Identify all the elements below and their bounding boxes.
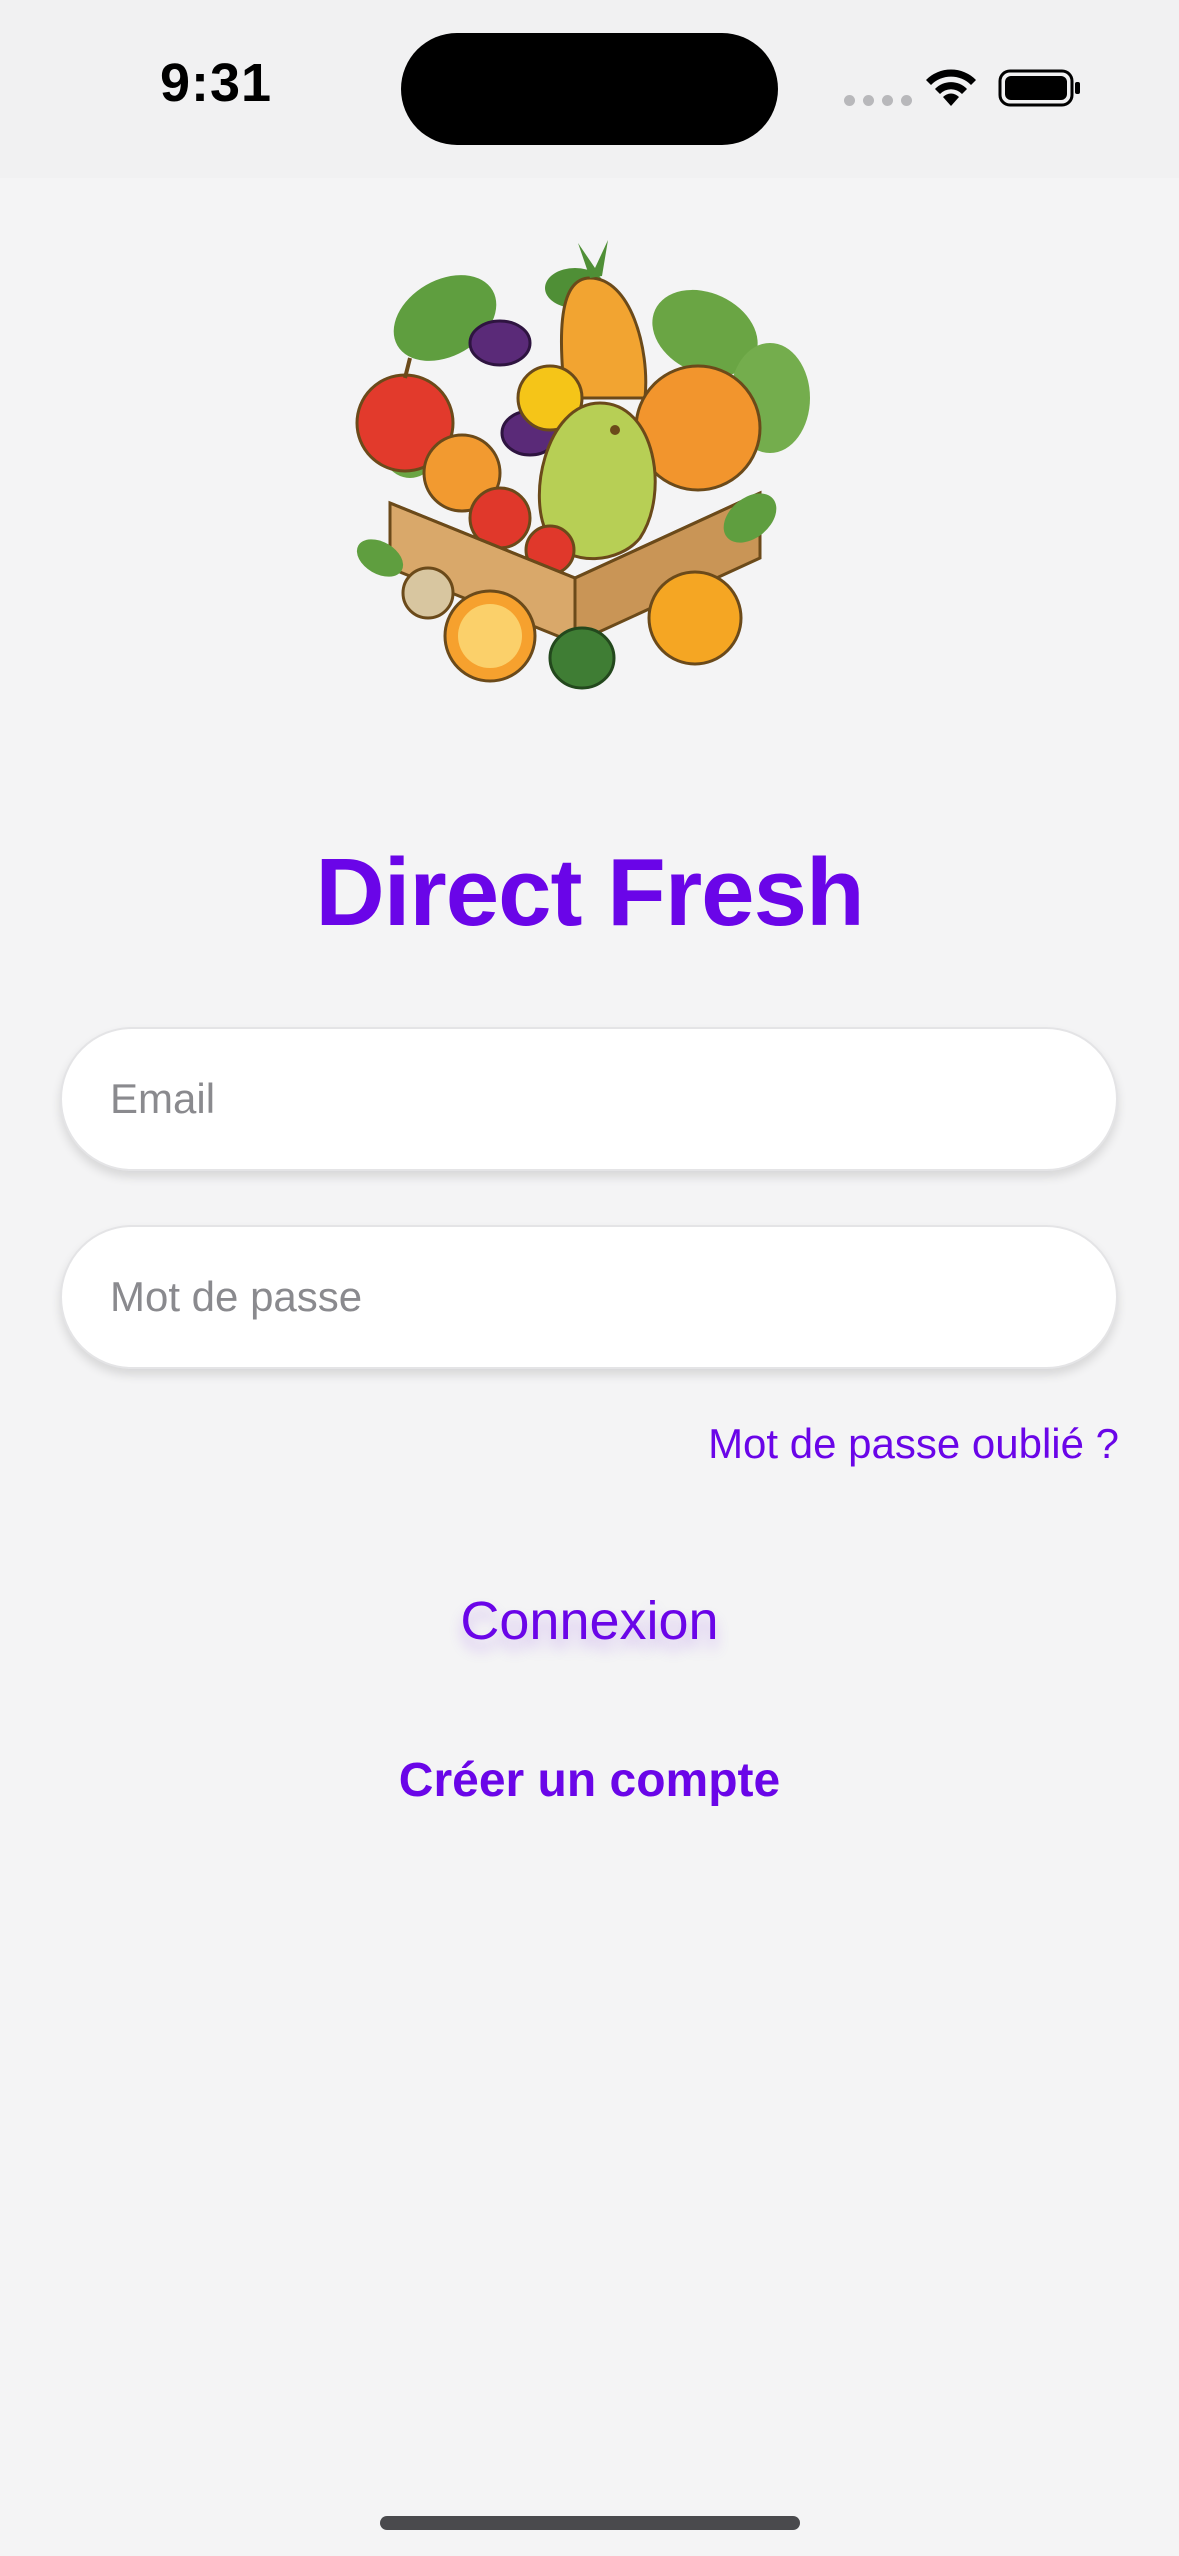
email-input[interactable] [62, 1029, 1116, 1169]
battery-icon [998, 69, 1080, 107]
fruit-crate-logo-icon [355, 240, 810, 690]
status-time: 9:31 [160, 53, 273, 113]
forgot-password-link[interactable]: Mot de passe oublié ? [708, 1420, 1119, 1468]
login-button[interactable]: Connexion [0, 1590, 1179, 1652]
password-field-container [60, 1225, 1118, 1369]
create-account-button[interactable]: Créer un compte [0, 1753, 1179, 1808]
cellular-signal-icon [844, 95, 912, 106]
home-indicator[interactable] [380, 2516, 800, 2530]
dynamic-island [401, 33, 778, 145]
login-screen: 9:31 Direct Fresh Email Mot de passe oub… [0, 0, 1179, 2556]
app-title: Direct Fresh [315, 839, 864, 946]
status-bar: 9:31 [0, 0, 1179, 178]
email-field-container [60, 1027, 1118, 1171]
wifi-icon [926, 69, 976, 106]
password-input[interactable] [62, 1227, 1116, 1367]
